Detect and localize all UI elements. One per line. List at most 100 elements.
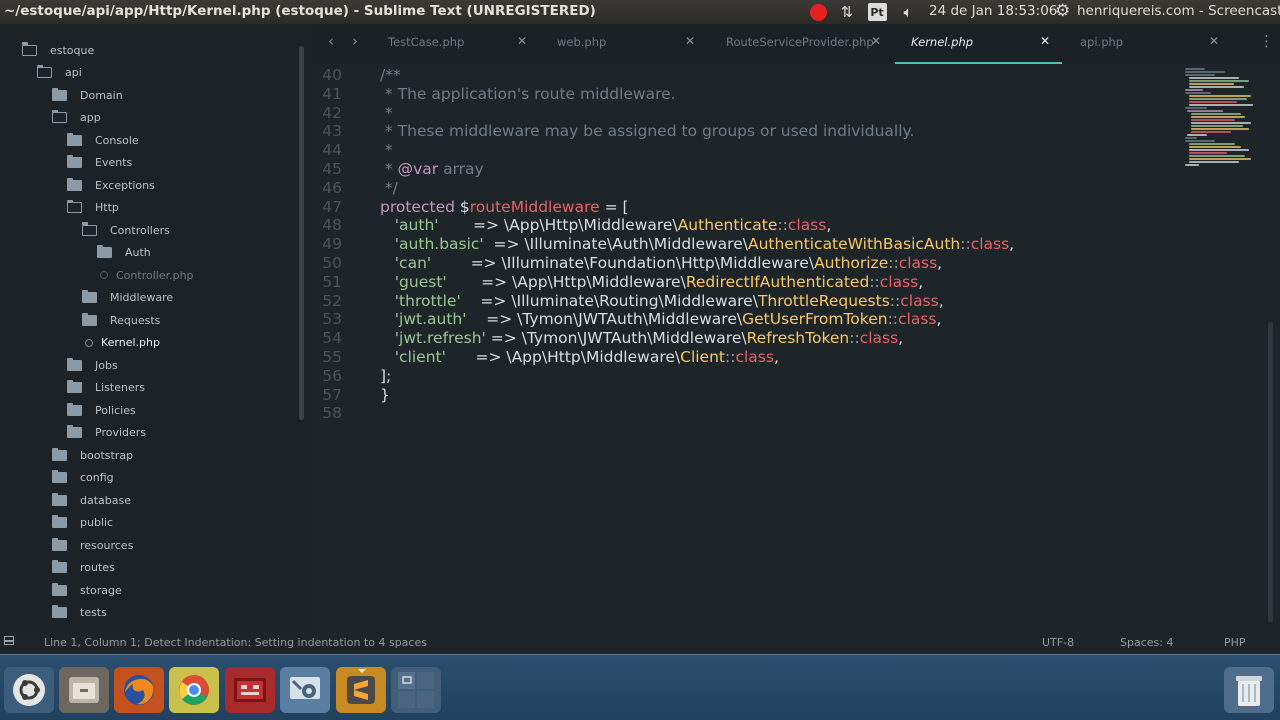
- sidebar-item-console[interactable]: Console: [67, 129, 139, 151]
- sidebar-item-middleware[interactable]: Middleware: [82, 287, 173, 309]
- code-line[interactable]: 55 'client' => \App\Http\Middleware\Clie…: [312, 348, 1172, 367]
- workspaces-icon[interactable]: [391, 667, 441, 713]
- code-line[interactable]: 50 'can' => \Illuminate\Foundation\Http\…: [312, 254, 1172, 273]
- folder-icon: [82, 312, 97, 326]
- more-options-icon[interactable]: ⋮: [1259, 32, 1274, 50]
- code-line[interactable]: 45 * @var array: [312, 160, 1172, 179]
- sidebar-item-public[interactable]: public: [52, 512, 113, 534]
- system-settings-icon[interactable]: [280, 667, 330, 713]
- screencast-recorder-icon[interactable]: [225, 667, 275, 713]
- sidebar-item-providers[interactable]: Providers: [67, 422, 146, 444]
- code-line[interactable]: 44 *: [312, 141, 1172, 160]
- sublime-text-icon[interactable]: [336, 667, 386, 713]
- code-token: 'auth': [394, 216, 439, 235]
- close-icon[interactable]: ✕: [871, 34, 881, 48]
- panel-toggle-icon[interactable]: [4, 636, 14, 645]
- tab-api[interactable]: api.php ✕: [1068, 24, 1228, 64]
- sidebar-item-auth[interactable]: Auth: [97, 242, 151, 264]
- tab-label: Kernel.php: [911, 35, 974, 49]
- sidebar-item-bootstrap[interactable]: bootstrap: [52, 444, 133, 466]
- code-line[interactable]: 53 'jwt.auth' => \Tymon\JWTAuth\Middlewa…: [312, 310, 1172, 329]
- code-token: routeMiddleware: [469, 197, 600, 216]
- line-number: 49: [322, 235, 342, 254]
- sidebar-item-policies[interactable]: Policies: [67, 399, 136, 421]
- sidebar-item-kernel-php[interactable]: Kernel.php: [82, 332, 160, 354]
- code-token: */: [380, 178, 398, 197]
- sidebar-item-storage[interactable]: storage: [52, 579, 122, 601]
- tab-web[interactable]: web.php ✕: [546, 24, 706, 64]
- folder-icon: [52, 470, 67, 483]
- code-line[interactable]: 56];: [312, 367, 1172, 386]
- line-number: 56: [322, 366, 342, 385]
- close-icon[interactable]: ✕: [685, 34, 695, 48]
- tab-kernel[interactable]: Kernel.php ✕: [895, 24, 1062, 64]
- code-editor[interactable]: 40/** 41 * The application's route middle…: [312, 64, 1280, 632]
- sidebar-item-controllers[interactable]: Controllers: [81, 219, 170, 241]
- minimap-line: [1185, 140, 1215, 142]
- code-line[interactable]: 46 */: [312, 179, 1172, 198]
- editor-scrollbar[interactable]: [1268, 322, 1273, 622]
- sidebar-item-events[interactable]: Events: [67, 152, 132, 174]
- tab-scroll-left-icon[interactable]: ‹: [328, 32, 334, 50]
- code-line[interactable]: 47 protected $routeMiddleware = [: [312, 198, 1172, 217]
- code-token: }: [380, 385, 390, 404]
- sidebar-item-exceptions[interactable]: Exceptions: [67, 174, 155, 196]
- volume-icon[interactable]: 🔈︎: [897, 0, 919, 24]
- syntax-indicator[interactable]: PHP: [1224, 636, 1246, 649]
- sidebar-item-domain[interactable]: Domain: [52, 84, 123, 106]
- code-line[interactable]: 54 'jwt.refresh' => \Tymon\JWTAuth\Middl…: [312, 329, 1172, 348]
- code-token: ::: [725, 348, 736, 366]
- code-line[interactable]: 41 * The application's route middleware.: [312, 85, 1172, 104]
- line-code: protected $routeMiddleware = [: [380, 198, 629, 217]
- code-line[interactable]: 52 'throttle' => \Illuminate\Routing\Mid…: [312, 292, 1172, 311]
- sidebar-item-routes[interactable]: routes: [52, 557, 115, 579]
- sidebar-item-tests[interactable]: tests: [52, 602, 107, 624]
- tab-routeserviceprovider[interactable]: RouteServiceProvider.php ✕: [714, 24, 884, 64]
- tab-testcase[interactable]: TestCase.php ✕: [376, 24, 536, 64]
- sidebar-item-database[interactable]: database: [52, 489, 131, 511]
- sidebar-item-resources[interactable]: resources: [52, 534, 133, 556]
- clock[interactable]: 24 de Jan 18:53:06: [929, 3, 1057, 19]
- code-line[interactable]: 43 * These middleware may be assigned to…: [312, 122, 1172, 141]
- sidebar-item-api[interactable]: api: [36, 62, 82, 84]
- close-icon[interactable]: ✕: [1209, 34, 1219, 48]
- sidebar-scrollbar[interactable]: [299, 46, 304, 420]
- code-line[interactable]: 40 /**: [312, 66, 1172, 85]
- minimap-line: [1187, 110, 1223, 112]
- tab-scroll-right-icon[interactable]: ›: [352, 32, 358, 50]
- code-line[interactable]: 48 'auth' => \App\Http\Middleware\Authen…: [312, 216, 1172, 235]
- trash-icon[interactable]: [1224, 667, 1274, 713]
- code-line[interactable]: 42 *: [312, 104, 1172, 123]
- line-code: 'jwt.auth' => \Tymon\JWTAuth\Middleware\…: [380, 310, 942, 329]
- chrome-icon[interactable]: [169, 667, 219, 713]
- keyboard-layout-icon[interactable]: Pt: [867, 0, 887, 24]
- indentation-indicator[interactable]: Spaces: 4: [1120, 636, 1173, 649]
- code-line[interactable]: 58: [312, 404, 1172, 423]
- close-icon[interactable]: ✕: [1040, 34, 1050, 48]
- ubuntu-logo-icon[interactable]: [4, 667, 54, 713]
- files-icon[interactable]: [59, 667, 109, 713]
- sidebar-item-controller-php[interactable]: Controller.php: [97, 264, 194, 286]
- minimap[interactable]: [1183, 64, 1263, 174]
- line-code: 'jwt.refresh' => \Tymon\JWTAuth\Middlewa…: [380, 329, 903, 348]
- line-number: 42: [322, 103, 342, 122]
- code-line[interactable]: 57}: [312, 386, 1172, 405]
- minimap-line: [1189, 77, 1239, 79]
- sidebar-item-http[interactable]: Http: [66, 197, 119, 219]
- sidebar-item-listeners[interactable]: Listeners: [67, 377, 145, 399]
- sidebar-item-app[interactable]: app: [51, 107, 101, 129]
- sidebar-item-config[interactable]: config: [52, 467, 114, 489]
- encoding-indicator[interactable]: UTF-8: [1042, 636, 1074, 649]
- sidebar-item-estoque[interactable]: estoque: [21, 39, 94, 61]
- code-line[interactable]: 51 'guest' => \App\Http\Middleware\Redir…: [312, 273, 1172, 292]
- user-menu[interactable]: henriquereis.com - Screencasts: [1077, 3, 1280, 19]
- firefox-icon[interactable]: [114, 667, 164, 713]
- tab-label: RouteServiceProvider.php: [726, 35, 874, 49]
- gear-icon[interactable]: ⚙: [1055, 1, 1070, 21]
- sidebar-item-requests[interactable]: Requests: [82, 309, 160, 331]
- sidebar-item-jobs[interactable]: Jobs: [67, 354, 118, 376]
- sync-arrows-icon[interactable]: ⇅: [836, 0, 858, 24]
- code-line[interactable]: 49 'auth.basic' => \Illuminate\Auth\Midd…: [312, 235, 1172, 254]
- record-icon[interactable]: [808, 0, 828, 24]
- close-icon[interactable]: ✕: [517, 34, 527, 48]
